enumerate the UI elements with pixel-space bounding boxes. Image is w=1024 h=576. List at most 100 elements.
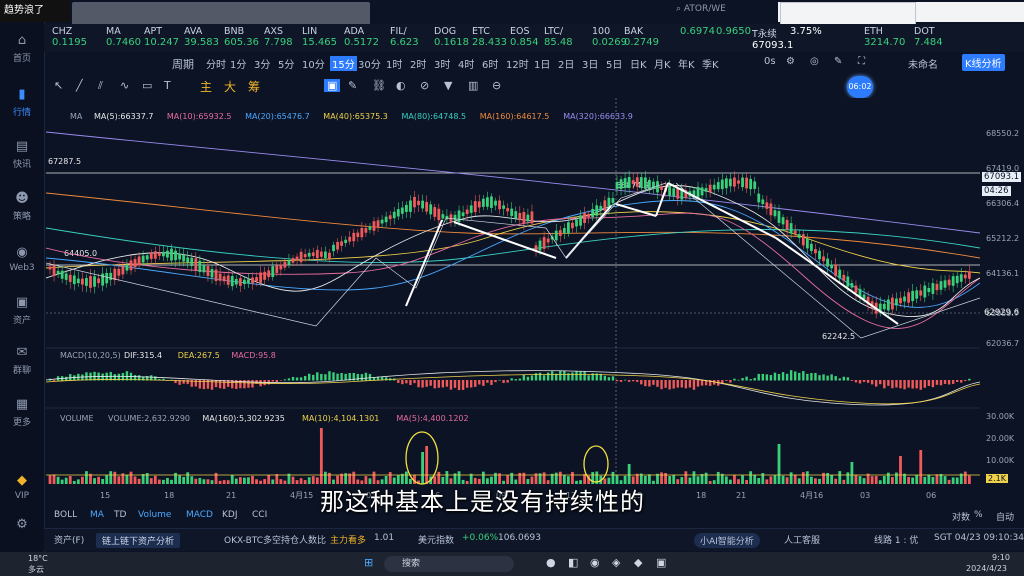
link-icon[interactable]: ⛓ — [372, 79, 386, 92]
axis-option-2[interactable]: 自动 — [996, 510, 1014, 523]
ticker-item[interactable]: T永续 67093.1 — [752, 26, 793, 51]
service-button[interactable]: 人工客服 — [784, 533, 820, 546]
app-icon-6[interactable]: ▣ — [656, 556, 666, 569]
ticker-item[interactable]: DOG 0.1618 — [434, 26, 469, 48]
magnet-icon[interactable]: ▥ — [468, 79, 478, 92]
period-4时[interactable]: 4时 — [458, 56, 474, 71]
axis-option-1[interactable]: % — [974, 510, 983, 520]
camera-icon[interactable]: ◎ — [810, 56, 819, 67]
sidebar-item-更多[interactable]: ▦ 更多 — [0, 398, 44, 429]
ticker-item[interactable]: AXS 7.798 — [264, 26, 293, 48]
app-icon-2[interactable]: ◧ — [568, 556, 578, 569]
edit-icon[interactable]: ✎ — [834, 56, 842, 67]
fullscreen-icon[interactable]: ⛶ — [858, 56, 865, 67]
kline-analysis-button[interactable]: K线分析 — [962, 54, 1005, 71]
ticker-item[interactable]: EOS 0.854 — [510, 26, 539, 48]
ticker-item[interactable]: LIN 15.465 — [302, 26, 337, 48]
refresh-rate[interactable]: 0s — [764, 56, 776, 67]
sidebar-item-VIP[interactable]: ◆ VIP — [0, 474, 44, 502]
sidebar-item-Web3[interactable]: ◉ Web3 — [0, 246, 44, 274]
indicator-tab-Volume[interactable]: Volume — [138, 510, 171, 520]
sidebar-item-快讯[interactable]: ▤ 快讯 — [0, 140, 44, 171]
period-2日[interactable]: 2日 — [558, 56, 574, 71]
indicator-tab-BOLL[interactable]: BOLL — [54, 510, 77, 520]
period-月K[interactable]: 月K — [654, 56, 671, 71]
period-10分[interactable]: 10分 — [302, 56, 325, 71]
ticker-item[interactable]: DOT 7.484 — [914, 26, 943, 48]
period-6时[interactable]: 6时 — [482, 56, 498, 71]
indicator-label-0[interactable]: 主 — [200, 78, 212, 95]
text-tool-icon[interactable]: T — [164, 79, 171, 92]
period-3分[interactable]: 3分 — [254, 56, 270, 71]
indicator-label-2[interactable]: 筹 — [248, 78, 260, 95]
period-分时[interactable]: 分时 — [206, 56, 226, 71]
sidebar-item-资产[interactable]: ▣ 资产 — [0, 296, 44, 327]
sidebar-item-settings[interactable]: ⚙ — [0, 518, 44, 535]
sidebar-item-策略[interactable]: ☻ 策略 — [0, 192, 44, 223]
period-15分[interactable]: 15分 — [330, 56, 357, 71]
ticker-item[interactable]: CHZ 0.1195 — [52, 26, 87, 48]
ticker-item[interactable]: ETC 28.433 — [472, 26, 507, 48]
sidebar-item-群聊[interactable]: ✉ 群聊 — [0, 346, 44, 377]
lock-icon[interactable]: ⊘ — [420, 79, 429, 92]
ai-analysis-button[interactable]: 小AI智能分析 — [694, 533, 760, 548]
indicator-tab-CCI[interactable]: CCI — [252, 510, 267, 520]
eye-icon[interactable]: ◐ — [396, 79, 406, 92]
ticker-item[interactable]: ADA 0.5172 — [344, 26, 379, 48]
rect-tool-icon[interactable]: ▭ — [142, 79, 152, 92]
ticker-item[interactable]: LTC/85.48 — [544, 26, 573, 48]
app-icon-4[interactable]: ◈ — [612, 556, 620, 569]
line-tool-icon[interactable]: ╱ — [76, 79, 83, 92]
period-1分[interactable]: 1分 — [230, 56, 246, 71]
period-日K[interactable]: 日K — [630, 56, 647, 71]
ticker-item[interactable]: 0.9650 — [716, 26, 751, 37]
trash-icon[interactable]: ▼ — [444, 79, 452, 92]
asset-analysis-button[interactable]: 链上链下资产分析 — [96, 533, 181, 548]
wave-tool-icon[interactable]: ∿ — [120, 79, 129, 92]
cursor-icon[interactable]: ↖ — [54, 79, 63, 92]
axis-option-0[interactable]: 对数 — [952, 510, 970, 523]
ticker-item[interactable]: 3.75% — [790, 26, 822, 37]
indicator-tab-TD[interactable]: TD — [114, 510, 126, 520]
period-12时[interactable]: 12时 — [506, 56, 529, 71]
indicator-tab-KDJ[interactable]: KDJ — [222, 510, 238, 520]
kline-chart[interactable]: MA MA(5):66337.7 MA(10):65932.5 MA(20):6547… — [46, 98, 980, 506]
period-1日[interactable]: 1日 — [534, 56, 550, 71]
indicator-box-icon[interactable]: ▣ — [324, 79, 341, 92]
ray-tool-icon[interactable]: ⫽ — [98, 79, 103, 93]
ticker-item[interactable]: 0.6974 — [680, 26, 715, 37]
indicator-tab-MA[interactable]: MA — [90, 510, 104, 520]
ticker-item[interactable]: BAK 0.2749 — [624, 26, 659, 48]
period-3时[interactable]: 3时 — [434, 56, 450, 71]
ticker-item[interactable]: ETH 3214.70 — [864, 26, 905, 48]
period-3日[interactable]: 3日 — [582, 56, 598, 71]
ticker-item[interactable]: AVA 39.583 — [184, 26, 219, 48]
taskbar-search[interactable]: 搜索 — [384, 556, 514, 572]
zoom-icon[interactable]: ⊖ — [492, 79, 501, 92]
ticker-item[interactable]: 100 0.0269 — [592, 26, 627, 48]
period-label[interactable]: 周期 — [172, 56, 194, 72]
sidebar-item-行情[interactable]: ▮ 行情 — [0, 88, 44, 119]
app-icon-5[interactable]: ◆ — [634, 556, 642, 569]
app-icon-1[interactable]: ● — [546, 556, 556, 569]
indicator-tab-MACD[interactable]: MACD — [186, 510, 213, 520]
timer-badge[interactable]: 06:02 — [847, 76, 873, 98]
app-icon-3[interactable]: ◉ — [590, 556, 600, 569]
ticker-item[interactable]: FIL/6.623 — [390, 26, 419, 48]
sidebar-item-首页[interactable]: ⌂ 首页 — [0, 34, 44, 65]
search-input[interactable]: ⌕ ATOR/WE — [676, 4, 740, 20]
layout-name[interactable]: 未命名 — [908, 56, 938, 71]
windows-icon[interactable]: ⊞ — [364, 556, 373, 569]
period-1时[interactable]: 1时 — [386, 56, 402, 71]
ticker-item[interactable]: APT 10.247 — [144, 26, 179, 48]
period-年K[interactable]: 年K — [678, 56, 695, 71]
ticker-item[interactable]: MA 0.7460 — [106, 26, 141, 48]
ticker-item[interactable]: BNB 605.36 — [224, 26, 259, 48]
period-季K[interactable]: 季K — [702, 56, 719, 71]
period-5日[interactable]: 5日 — [606, 56, 622, 71]
pencil-icon[interactable]: ✎ — [348, 79, 357, 92]
indicator-label-1[interactable]: 大 — [224, 78, 236, 95]
period-5分[interactable]: 5分 — [278, 56, 294, 71]
settings-icon[interactable]: ⚙ — [786, 56, 795, 67]
period-2时[interactable]: 2时 — [410, 56, 426, 71]
